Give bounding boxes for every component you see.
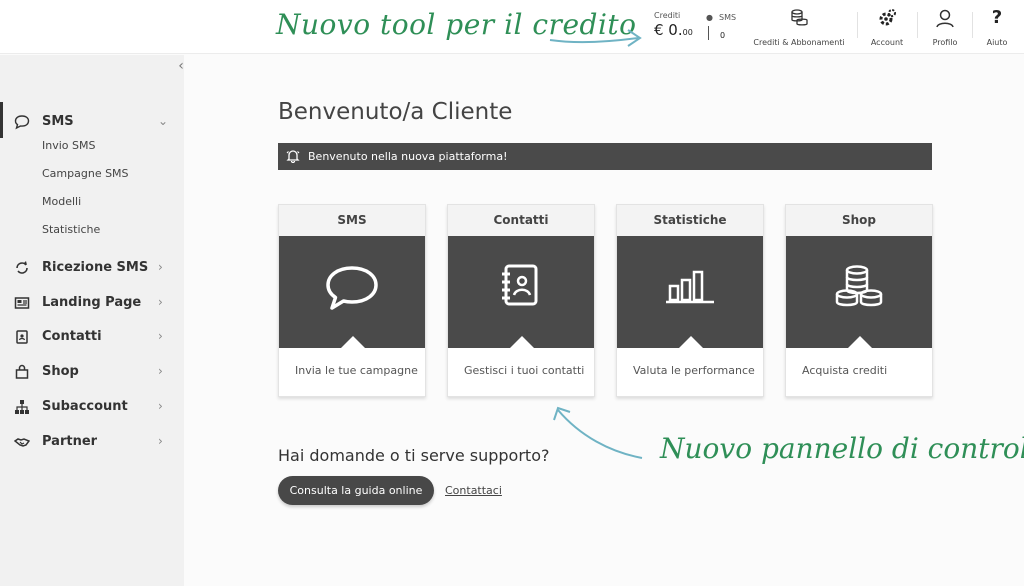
card-title: Statistiche bbox=[617, 205, 763, 236]
chevron-down-icon: ⌄ bbox=[158, 114, 169, 128]
credits-subscriptions-button[interactable]: Crediti & Abbonamenti bbox=[752, 8, 846, 47]
sidebar-item-label: Shop bbox=[42, 364, 79, 379]
sitemap-icon bbox=[15, 400, 29, 414]
app-page: Nuovo tool per il credito Crediti € 0.00… bbox=[0, 0, 1024, 586]
credits-widget[interactable]: Crediti € 0.00 bbox=[654, 11, 693, 39]
sidebar-subitem-invio-sms[interactable]: Invio SMS bbox=[42, 139, 95, 152]
sms-label: ● SMS bbox=[706, 13, 737, 22]
address-book-icon bbox=[16, 330, 28, 344]
sidebar-item-label: Ricezione SMS bbox=[42, 260, 149, 275]
bell-icon bbox=[286, 150, 300, 163]
account-label: Account bbox=[870, 38, 904, 47]
user-icon bbox=[936, 9, 954, 28]
chevron-right-icon: › bbox=[158, 295, 163, 309]
card-contatti[interactable]: Contatti Gestisci i tuoi contatti bbox=[447, 204, 595, 397]
sms-bubble-icon: ● bbox=[706, 13, 713, 22]
card-statistiche[interactable]: Statistiche Valuta le performance bbox=[616, 204, 764, 397]
chevron-right-icon: › bbox=[158, 399, 163, 413]
card-notch bbox=[341, 336, 365, 348]
top-bar: Nuovo tool per il credito Crediti € 0.00… bbox=[0, 0, 1024, 54]
card-sms[interactable]: SMS Invia le tue campagne bbox=[278, 204, 426, 397]
sidebar-item-label: Subaccount bbox=[42, 399, 128, 414]
chevron-right-icon: › bbox=[158, 329, 163, 343]
shopping-bag-icon bbox=[15, 364, 29, 379]
sidebar-item-label: Partner bbox=[42, 434, 98, 449]
sidebar-item-contatti[interactable]: Contatti › bbox=[0, 323, 184, 351]
card-title: Contatti bbox=[448, 205, 594, 236]
support-question: Hai domande o ti serve supporto? bbox=[278, 446, 550, 465]
help-label: Aiuto bbox=[986, 38, 1008, 47]
card-icon-panel bbox=[786, 236, 932, 348]
sidebar-item-sms[interactable]: SMS ⌄ bbox=[0, 102, 184, 138]
sidebar-subitem-modelli[interactable]: Modelli bbox=[42, 195, 81, 208]
card-caption: Valuta le performance bbox=[633, 364, 755, 377]
card-title: SMS bbox=[279, 205, 425, 236]
sidebar-item-subaccount[interactable]: Subaccount › bbox=[0, 393, 184, 421]
divider bbox=[972, 12, 973, 38]
divider bbox=[917, 12, 918, 38]
annotation-control-panel: Nuovo pannello di controllo bbox=[660, 432, 1024, 465]
refresh-chat-icon bbox=[16, 261, 28, 274]
sidebar-item-landing-page[interactable]: Landing Page › bbox=[0, 289, 184, 317]
chevron-left-icon[interactable]: ‹ bbox=[170, 58, 192, 78]
profile-button[interactable]: Profilo bbox=[926, 8, 964, 47]
sidebar-subitem-statistiche[interactable]: Statistiche bbox=[42, 223, 100, 236]
gears-icon bbox=[879, 9, 896, 26]
contact-link[interactable]: Contattaci bbox=[445, 484, 502, 497]
sidebar-item-ricezione-sms[interactable]: Ricezione SMS › bbox=[0, 254, 184, 282]
account-button[interactable]: Account bbox=[866, 8, 908, 47]
credits-label: Crediti bbox=[654, 11, 681, 20]
sidebar-item-partner[interactable]: Partner › bbox=[0, 428, 184, 456]
help-button[interactable]: ? Aiuto bbox=[980, 7, 1014, 48]
newspaper-icon bbox=[14, 297, 30, 309]
sidebar-subitem-campagne-sms[interactable]: Campagne SMS bbox=[42, 167, 129, 180]
chat-bubble-icon bbox=[14, 115, 30, 130]
card-icon-panel bbox=[279, 236, 425, 348]
card-title: Shop bbox=[786, 205, 932, 236]
coins-stack-icon bbox=[791, 9, 808, 26]
card-icon-panel bbox=[448, 236, 594, 348]
sms-value: 0 bbox=[720, 31, 726, 40]
credits-subscriptions-label: Crediti & Abbonamenti bbox=[753, 38, 845, 47]
annotation-arrow-icon bbox=[549, 29, 642, 47]
annotation-arrow-icon bbox=[553, 406, 643, 459]
sidebar-item-label: Contatti bbox=[42, 329, 102, 344]
coins-icon bbox=[835, 265, 883, 307]
card-notch bbox=[679, 336, 703, 348]
sms-counter[interactable]: ● SMS 0 bbox=[706, 13, 742, 40]
question-mark-icon: ? bbox=[991, 7, 1003, 28]
divider bbox=[708, 26, 709, 40]
card-notch bbox=[510, 336, 534, 348]
card-notch bbox=[848, 336, 872, 348]
card-shop[interactable]: Shop Acquista crediti bbox=[785, 204, 933, 397]
profile-label: Profilo bbox=[932, 38, 958, 47]
address-book-icon bbox=[502, 264, 538, 306]
card-icon-panel bbox=[617, 236, 763, 348]
chevron-right-icon: › bbox=[158, 260, 163, 274]
credits-value: € 0.00 bbox=[654, 21, 693, 39]
welcome-banner-text: Benvenuto nella nuova piattaforma! bbox=[308, 150, 508, 163]
handshake-icon bbox=[14, 438, 30, 447]
chevron-right-icon: › bbox=[158, 434, 163, 448]
sidebar-item-label: SMS bbox=[42, 114, 74, 129]
card-caption: Gestisci i tuoi contatti bbox=[464, 364, 585, 377]
chevron-right-icon: › bbox=[158, 364, 163, 378]
chat-bubble-icon bbox=[326, 266, 378, 310]
welcome-banner: Benvenuto nella nuova piattaforma! bbox=[278, 143, 932, 170]
card-caption: Invia le tue campagne bbox=[295, 364, 418, 377]
card-caption: Acquista crediti bbox=[802, 364, 888, 377]
page-title: Benvenuto/a Cliente bbox=[278, 99, 513, 125]
sidebar-item-label: Landing Page bbox=[42, 295, 142, 310]
bar-chart-icon bbox=[666, 270, 714, 304]
sidebar-item-shop[interactable]: Shop › bbox=[0, 358, 184, 386]
online-guide-button[interactable]: Consulta la guida online bbox=[278, 476, 434, 505]
divider bbox=[857, 12, 858, 38]
